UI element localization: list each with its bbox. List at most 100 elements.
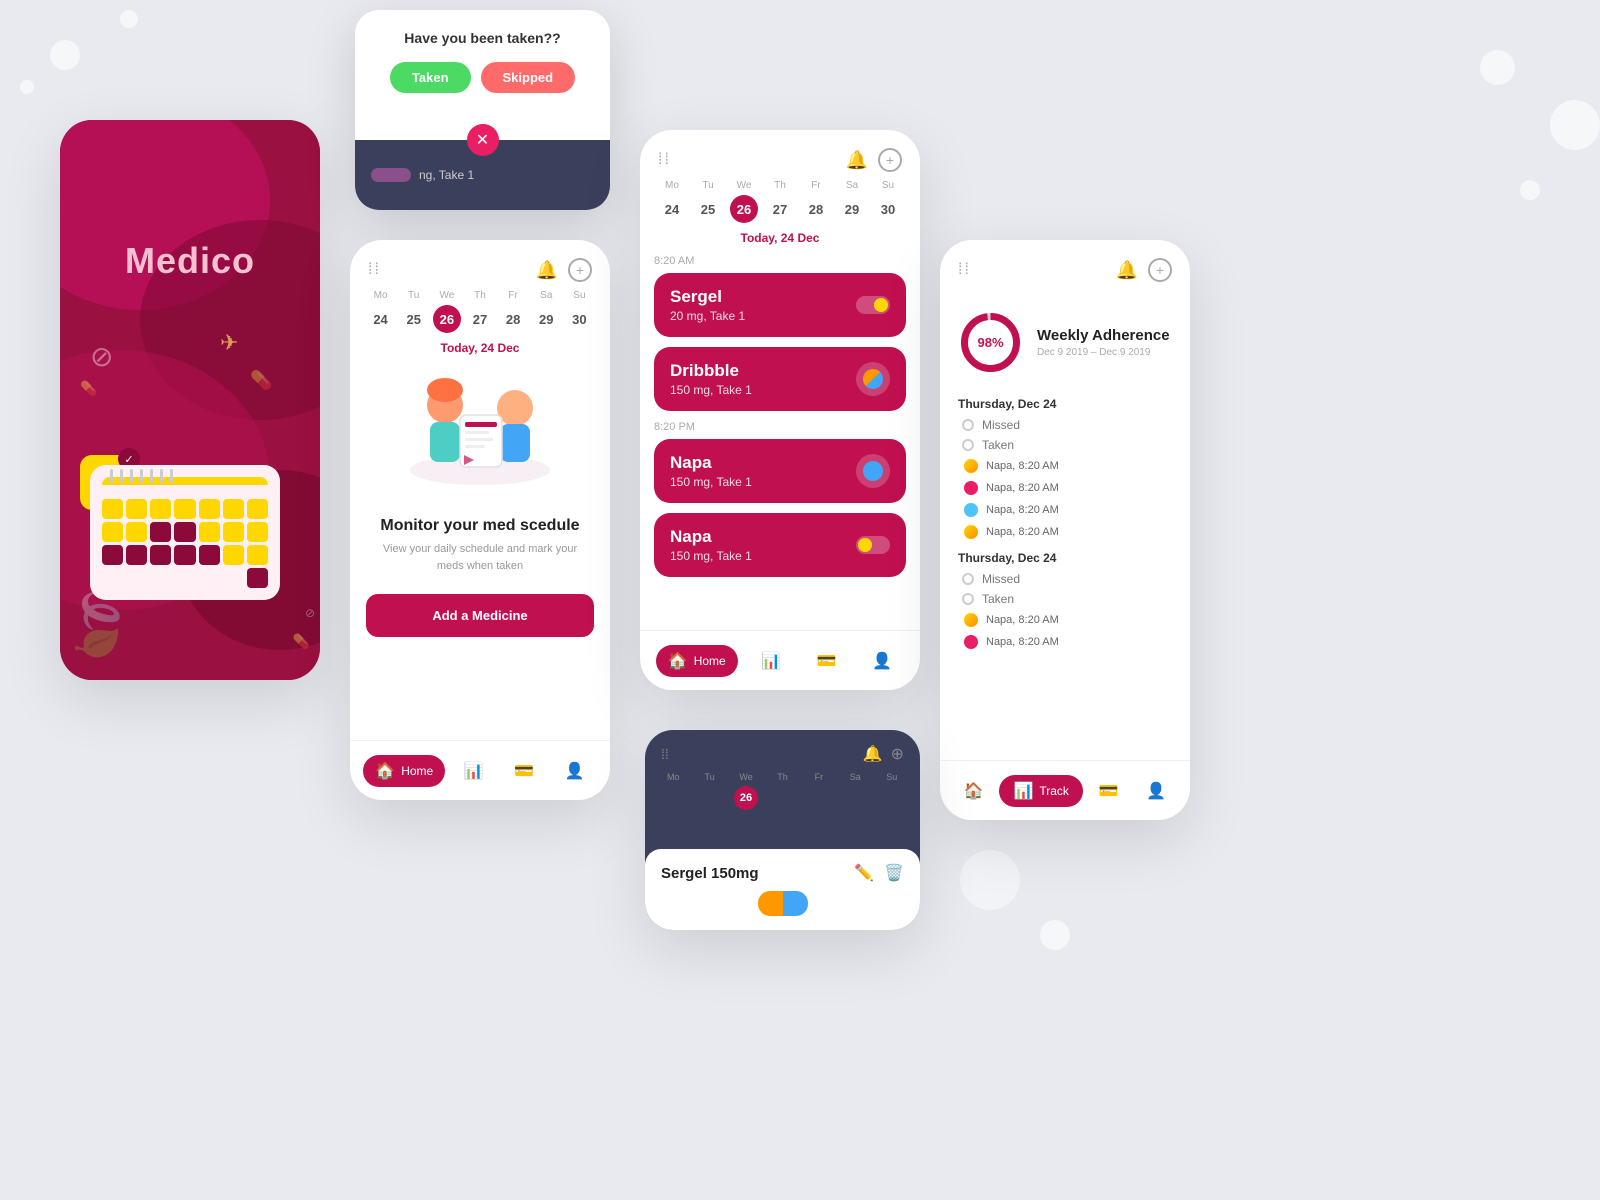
bg-bubble xyxy=(1520,180,1540,200)
taken-dot-1 xyxy=(962,439,974,451)
day-col-su: Su 30 xyxy=(563,290,596,333)
dribbble-pill-icon xyxy=(856,362,890,396)
medlist-day-names: Mo24 Tu25 We26 Th27 Fr28 Sa29 Su30 xyxy=(654,180,906,223)
adherence-title: Weekly Adherence xyxy=(1037,327,1170,344)
monitor-illustration xyxy=(390,370,570,500)
skipped-button[interactable]: Skipped xyxy=(481,62,576,93)
taken-dot-2 xyxy=(962,593,974,605)
missed-dot-2 xyxy=(962,573,974,585)
napa1-pill-icon xyxy=(856,454,890,488)
medlist-bell-icon[interactable]: 🔔 xyxy=(846,150,868,171)
delete-icon[interactable]: 🗑️ xyxy=(884,863,904,883)
capsule-icon: 💊 xyxy=(250,370,272,391)
medlist-nav-profile[interactable]: 👤 xyxy=(860,645,904,677)
adherence-header-actions: 🔔 + xyxy=(1116,258,1172,282)
monitor-screen: ⁞⁞ 🔔 + Mo 24 Tu 25 We 26 Th 27 xyxy=(350,240,610,800)
medlist-profile-icon: 👤 xyxy=(872,651,892,671)
stats-icon: 📊 xyxy=(464,761,484,781)
calendar-widget xyxy=(90,465,280,600)
capsule-decoration: ⊘ xyxy=(305,606,315,620)
home-icon: 🏠 xyxy=(375,761,395,781)
adherence-menu-icon[interactable]: ⁞⁞ xyxy=(958,261,971,279)
medlist-home-icon: 🏠 xyxy=(668,651,688,671)
edit-icon[interactable]: ✏️ xyxy=(854,863,874,883)
medlist-header: ⁞⁞ 🔔 + xyxy=(640,130,920,180)
medicine-list-screen: ⁞⁞ 🔔 + Mo24 Tu25 We26 Th27 Fr28 Sa29 Su3… xyxy=(640,130,920,690)
close-icon: ✕ xyxy=(476,130,489,150)
day-col-we[interactable]: We 26 xyxy=(430,290,463,333)
taken-button[interactable]: Taken xyxy=(390,62,471,93)
adherence-nav-home[interactable]: 🏠 xyxy=(952,775,996,807)
med-dose-napa2: 150 mg, Take 1 xyxy=(670,549,752,563)
profile-icon: 👤 xyxy=(565,761,585,781)
pill2-icon: 💊 xyxy=(80,380,97,397)
bg-bubble xyxy=(50,40,80,70)
sergel-toggle[interactable] xyxy=(856,296,890,314)
med-entry-text-2-1: Napa, 8:20 AM xyxy=(986,614,1059,626)
med-dose-napa1: 150 mg, Take 1 xyxy=(670,475,752,489)
pill-decoration: 💊 xyxy=(293,633,310,650)
section-day-2: Thursday, Dec 24 xyxy=(940,543,1190,569)
med-entry-1-4: Napa, 8:20 AM xyxy=(940,521,1190,543)
medlist-menu-icon[interactable]: ⁞⁞ xyxy=(658,151,671,169)
bottom-nav-monitor: 🏠 Home 📊 💳 👤 xyxy=(350,740,610,800)
missed-dot-1 xyxy=(962,419,974,431)
add-medicine-button[interactable]: Add a Medicine xyxy=(366,594,594,637)
sergel-medicine-name: Sergel 150mg xyxy=(661,865,759,882)
dark-plus-icon[interactable]: ⊕ xyxy=(891,744,904,764)
adherence-card-icon: 💳 xyxy=(1099,781,1119,801)
card-icon: 💳 xyxy=(514,761,534,781)
med-dot-1-2 xyxy=(964,481,978,495)
monitor-title: Monitor your med scedule xyxy=(350,517,610,535)
menu-dots-icon[interactable]: ⁞⁞ xyxy=(368,261,381,279)
add-icon[interactable]: + xyxy=(568,258,592,282)
nav-profile[interactable]: 👤 xyxy=(553,755,597,787)
bottom-nav-adherence: 🏠 📊 Track 💳 👤 xyxy=(940,760,1190,820)
illustration-area xyxy=(350,365,610,505)
medlist-nav-home[interactable]: 🏠 Home xyxy=(656,645,738,677)
nav-home-label: Home xyxy=(401,764,433,778)
sergel-action-buttons: ✏️ 🗑️ xyxy=(854,863,904,883)
alert-content: Have you been taken?? Taken Skipped xyxy=(355,10,610,129)
bg-bubble xyxy=(20,80,34,94)
med-card-dribbble[interactable]: Dribbble 150 mg, Take 1 xyxy=(654,347,906,411)
dark-bell-icon[interactable]: 🔔 xyxy=(863,744,883,764)
adherence-nav-profile[interactable]: 👤 xyxy=(1134,775,1178,807)
day-col-tu: Tu 25 xyxy=(397,290,430,333)
nav-card[interactable]: 💳 xyxy=(502,755,546,787)
leaf-decoration: 🍃 xyxy=(60,589,135,660)
bottom-nav-medlist: 🏠 Home 📊 💳 👤 xyxy=(640,630,920,690)
napa2-toggle[interactable] xyxy=(856,536,890,554)
med-entry-2-2: Napa, 8:20 AM xyxy=(940,631,1190,653)
taken-row-1: Taken xyxy=(940,435,1190,455)
header-actions: 🔔 + xyxy=(536,258,592,282)
med-card-sergel[interactable]: Sergel 20 mg, Take 1 xyxy=(654,273,906,337)
medlist-nav-home-label: Home xyxy=(694,654,726,668)
med-entry-1-2: Napa, 8:20 AM xyxy=(940,477,1190,499)
medlist-add-icon[interactable]: + xyxy=(878,148,902,172)
med-dose-sergel: 20 mg, Take 1 xyxy=(670,309,745,323)
notification-bell-icon[interactable]: 🔔 xyxy=(536,260,558,281)
nav-stats[interactable]: 📊 xyxy=(452,755,496,787)
medlist-nav-card[interactable]: 💳 xyxy=(805,645,849,677)
calendar-grid xyxy=(102,499,268,588)
adherence-add-icon[interactable]: + xyxy=(1148,258,1172,282)
dark-menu-icon[interactable]: ⁞⁞ xyxy=(661,746,669,762)
sergel-pill-illustration xyxy=(661,891,904,916)
section-day-1: Thursday, Dec 24 xyxy=(940,389,1190,415)
med-dot-2-1 xyxy=(964,613,978,627)
close-button[interactable]: ✕ xyxy=(467,124,499,156)
med-card-napa2[interactable]: Napa 150 mg, Take 1 xyxy=(654,513,906,577)
med-dot-1-3 xyxy=(964,503,978,517)
nav-home[interactable]: 🏠 Home xyxy=(363,755,445,787)
med-card-napa1[interactable]: Napa 150 mg, Take 1 xyxy=(654,439,906,503)
app-title: Medico xyxy=(60,240,320,282)
adherence-nav-card[interactable]: 💳 xyxy=(1087,775,1131,807)
adherence-bell-icon[interactable]: 🔔 xyxy=(1116,260,1138,281)
adherence-home-icon: 🏠 xyxy=(964,781,984,801)
bg-bubble xyxy=(960,850,1020,910)
medlist-nav-stats[interactable]: 📊 xyxy=(749,645,793,677)
adherence-nav-track[interactable]: 📊 Track xyxy=(999,775,1082,807)
medlist-today-label: Today, 24 Dec xyxy=(640,227,920,255)
day-col-sa: Sa 29 xyxy=(530,290,563,333)
